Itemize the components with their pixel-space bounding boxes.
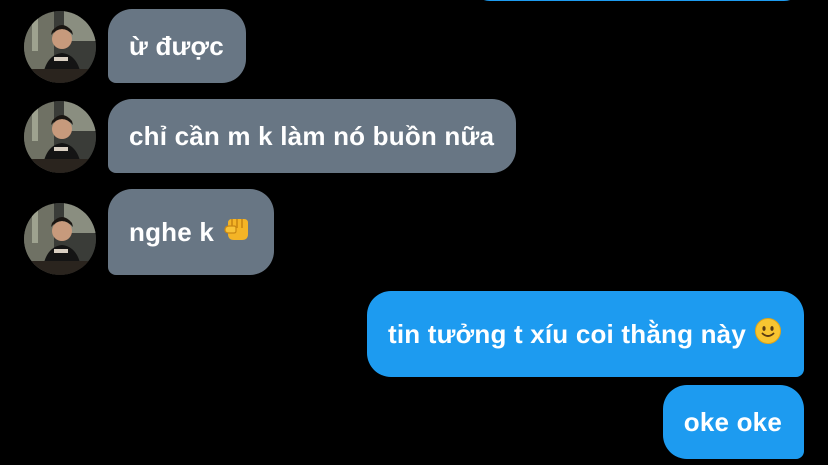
sender-avatar[interactable]	[24, 11, 96, 83]
message-text: nghe k	[129, 216, 214, 247]
outgoing-message-bubble[interactable]: tin tưởng t xíu coi thằng này	[367, 291, 804, 377]
avatar-photo	[24, 203, 96, 275]
incoming-message-bubble[interactable]: nghe k	[108, 189, 274, 275]
avatar-photo	[24, 101, 96, 173]
slightly-smiling-face-emoji	[754, 317, 782, 352]
message-text: ừ được	[129, 30, 224, 61]
sender-avatar[interactable]	[24, 101, 96, 173]
message-text: tin tưởng t xíu coi thằng này	[388, 318, 746, 349]
fist-bump-emoji	[222, 214, 252, 251]
message-text: chỉ cần m k làm nó buồn nữa	[129, 120, 495, 151]
incoming-message-bubble[interactable]: chỉ cần m k làm nó buồn nữa	[108, 99, 517, 173]
incoming-message-bubble[interactable]: ừ được	[108, 9, 246, 83]
outgoing-message-bubble[interactable]: oke oke	[662, 385, 804, 459]
sender-avatar[interactable]	[24, 203, 96, 275]
avatar-photo	[24, 11, 96, 83]
message-text: oke oke	[683, 406, 782, 437]
previous-outgoing-message-bubble[interactable]	[470, 0, 804, 1]
dm-conversation-view: ừ được chỉ cần m k làm nó buồn nữa nghe …	[0, 0, 828, 465]
